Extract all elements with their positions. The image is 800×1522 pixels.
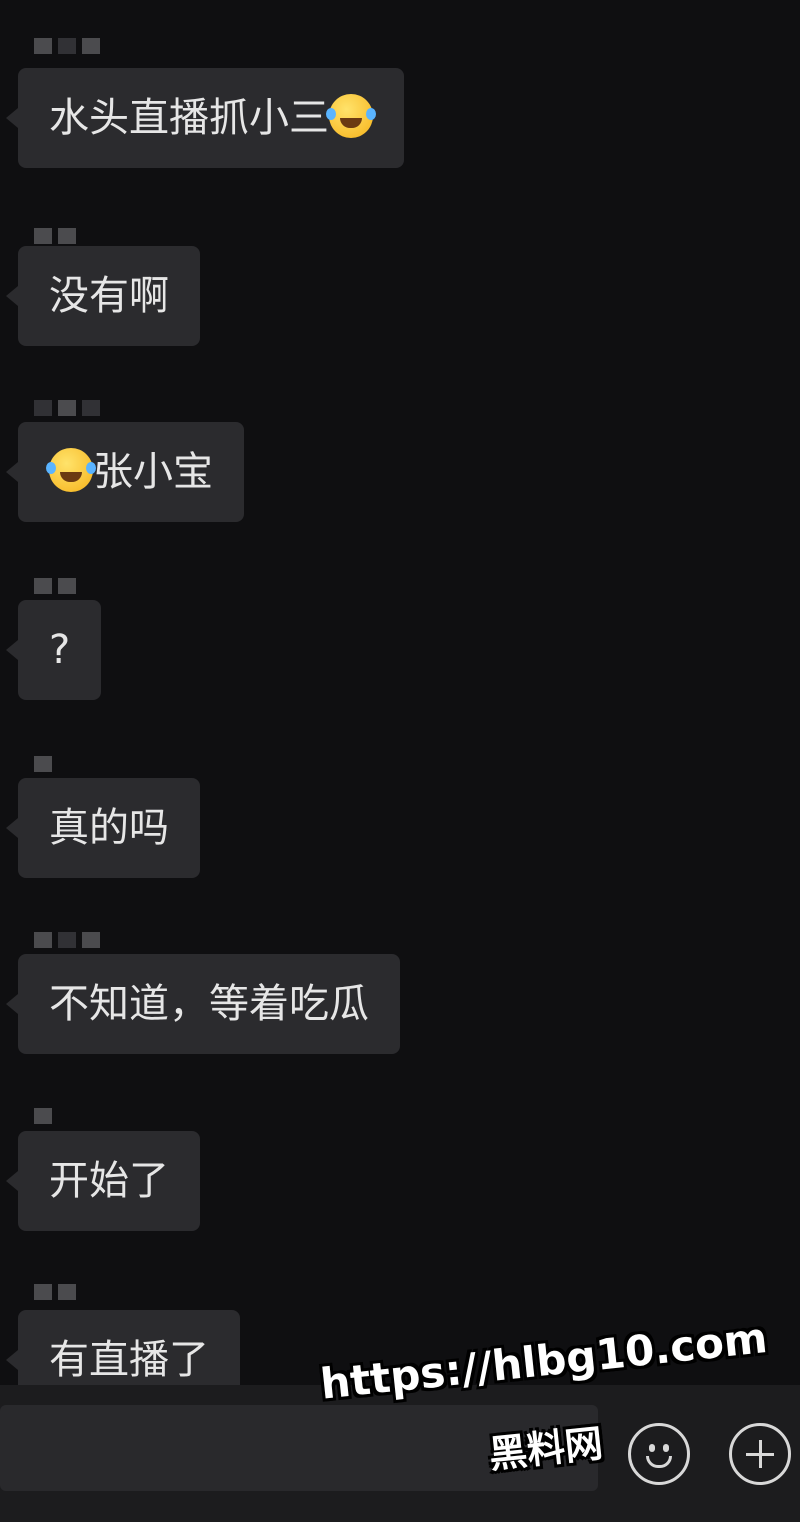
- sender-name-redacted: [34, 38, 100, 54]
- sender-name-redacted: [34, 932, 100, 948]
- message-bubble[interactable]: 不知道，等着吃瓜: [6, 954, 400, 1054]
- laughing-tears-emoji-icon: [326, 94, 376, 138]
- message-text: 不知道，等着吃瓜: [49, 981, 369, 1027]
- message-bubble[interactable]: ?: [5, 600, 102, 700]
- emoji-face-icon[interactable]: [628, 1423, 690, 1485]
- plus-circle-icon[interactable]: [729, 1423, 791, 1485]
- sender-name-redacted: [34, 578, 76, 594]
- chat-message-list[interactable]: 水头直播抓小三 没有啊 张小宝 ? 真的吗 不知道，等着吃瓜 开始了 有直播了: [0, 0, 800, 1385]
- message-bubble[interactable]: 真的吗: [6, 778, 200, 878]
- message-text: 真的吗: [49, 805, 169, 851]
- message-text: 没有啊: [49, 273, 169, 319]
- sender-name-redacted: [34, 1284, 76, 1300]
- message-text: 水头直播抓小三: [49, 95, 329, 141]
- sender-name-redacted: [34, 228, 76, 244]
- sender-name-redacted: [34, 1108, 52, 1124]
- chat-input-bar: [0, 1385, 800, 1522]
- message-bubble[interactable]: 水头直播抓小三: [6, 68, 404, 168]
- sender-name-redacted: [34, 400, 100, 416]
- message-bubble[interactable]: 有直播了: [6, 1310, 240, 1385]
- message-text: 张小宝: [93, 449, 213, 495]
- message-bubble[interactable]: 张小宝: [6, 422, 244, 522]
- message-text: 开始了: [49, 1158, 169, 1204]
- message-text: ?: [49, 627, 71, 673]
- face-palm-tears-emoji-icon: [46, 448, 96, 492]
- message-bubble[interactable]: 没有啊: [6, 246, 200, 346]
- sender-name-redacted: [34, 756, 52, 772]
- message-text: 有直播了: [49, 1337, 209, 1383]
- message-bubble[interactable]: 开始了: [6, 1131, 200, 1231]
